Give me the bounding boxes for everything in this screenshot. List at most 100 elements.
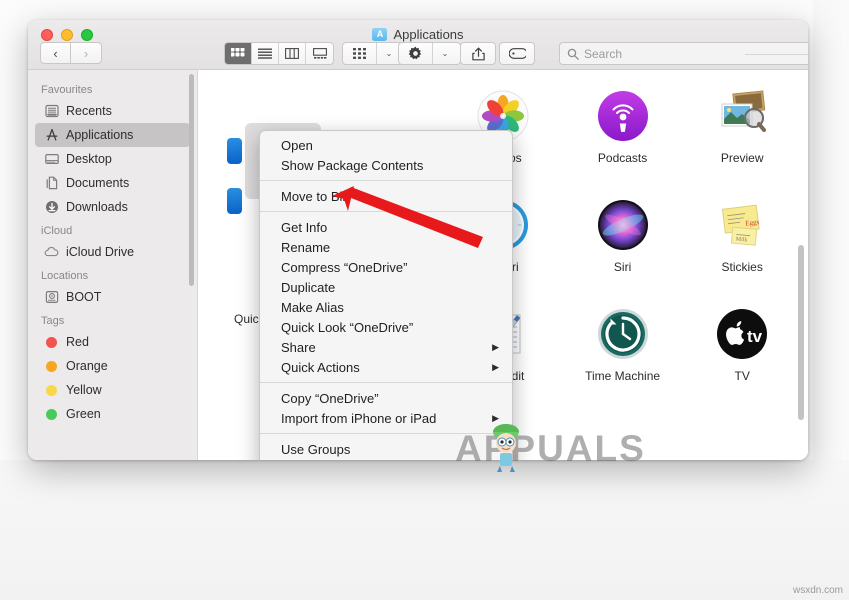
gallery-view-button[interactable] [306,43,333,64]
sidebar-item-label: iCloud Drive [66,245,135,259]
submenu-arrow-icon: ▶ [492,341,499,352]
app-label: Siri [613,260,632,274]
menu-item-label: Rename [281,239,331,255]
menu-item-quick-look[interactable]: Quick Look “OneDrive” [260,317,512,337]
sidebar-scrollbar[interactable] [189,74,194,286]
menu-item-label: Duplicate [281,279,336,295]
grid-item-stickies[interactable]: Eggs Milk Stickies [682,197,802,274]
action-button[interactable] [399,43,433,64]
desktop-icon [44,152,59,167]
icon-view-button[interactable] [225,43,252,64]
menu-item-label: Copy “OneDrive” [281,390,379,406]
sidebar-item-boot[interactable]: BOOT [35,285,190,309]
svg-text:tv: tv [747,327,763,346]
grid-item-siri[interactable]: Siri [563,197,683,274]
menu-item-quick-actions[interactable]: Quick Actions ▶ [260,357,512,377]
columns-icon [285,48,299,59]
list-view-button[interactable] [252,43,279,64]
sidebar-item-desktop[interactable]: Desktop [35,147,190,171]
app-label: Time Machine [585,369,661,383]
menu-item-copy[interactable]: Copy “OneDrive” [260,388,512,408]
group-by-group: ⌄ [342,42,405,65]
sidebar-item-tag-yellow[interactable]: Yellow [35,378,190,402]
gear-icon [408,46,422,60]
column-view-button[interactable] [279,43,306,64]
menu-item-share[interactable]: Share ▶ [260,337,512,357]
screenshot-root: A Applications ‹ › ⌄ ⌄ Search Favourites… [0,0,849,600]
forward-button[interactable]: › [71,42,102,64]
sidebar-item-label: Documents [66,176,130,190]
tag-dot-icon [44,335,59,350]
back-button[interactable]: ‹ [40,42,71,64]
group-by-button[interactable] [343,43,377,64]
menu-item-label: Import from iPhone or iPad [281,410,437,426]
share-group [460,42,496,65]
grid-item-time-machine[interactable]: Time Machine [563,306,683,383]
sidebar-item-tag-red[interactable]: Red [35,330,190,354]
stickies-icon: Eggs Milk [714,197,770,253]
sidebar-item-label: Desktop [66,152,112,166]
tag-dot-icon [44,359,59,374]
chevron-right-icon: › [83,45,89,61]
recents-icon [44,104,59,119]
finder-window: A Applications ‹ › ⌄ ⌄ Search Favourites… [28,20,808,460]
folder-icon: A [372,28,388,41]
menu-item-label: Open [281,137,313,153]
minimize-button[interactable] [61,29,73,41]
sidebar-item-label: Orange [66,359,108,373]
traffic-lights [41,29,93,41]
menu-item-make-alias[interactable]: Make Alias [260,297,512,317]
grid-item-preview[interactable]: Preview [682,88,802,165]
close-button[interactable] [41,29,53,41]
tv-icon: tv [714,306,770,362]
time-machine-icon [595,306,651,362]
sidebar-item-downloads[interactable]: Downloads [35,195,190,219]
menu-item-show-package-contents[interactable]: Show Package Contents [260,155,512,175]
sidebar-item-recents[interactable]: Recents [35,99,190,123]
app-label: Preview [720,151,764,165]
grid-item-tv[interactable]: tv TV [682,306,802,383]
chevron-down-icon: ⌄ [441,49,449,58]
search-field[interactable]: Search [559,42,808,65]
menu-item-use-groups[interactable]: Use Groups [260,439,512,459]
documents-icon [44,176,59,191]
menu-item-import-from-iphone[interactable]: Import from iPhone or iPad ▶ [260,408,512,428]
chevron-down-icon: ⌄ [385,49,393,58]
sidebar-item-applications[interactable]: Applications [35,123,190,147]
view-mode-group [224,42,334,65]
menu-separator [260,433,512,434]
sidebar-item-label: Red [66,335,89,349]
watermark-mascot-icon [493,424,519,472]
menu-item-label: Compress “OneDrive” [281,259,408,275]
sidebar-item-icloud-drive[interactable]: iCloud Drive [35,240,190,264]
search-placeholder: Search [584,46,623,61]
harddisk-icon [44,290,59,305]
content-scrollbar[interactable] [798,245,804,420]
downloads-icon [44,200,59,215]
sidebar-item-tag-green[interactable]: Green [35,402,190,426]
action-group: ⌄ [398,42,461,65]
grid-small-icon [353,48,366,59]
sidebar-item-label: Recents [66,104,112,118]
maximize-button[interactable] [81,29,93,41]
sidebar-item-documents[interactable]: Documents [35,171,190,195]
app-label: TV [734,369,750,383]
tag-dot-icon [44,383,59,398]
sidebar-section-header-locations: Locations [41,270,89,282]
menu-item-label: Quick Actions [281,359,360,375]
red-arrow-annotation [332,186,483,248]
tags-button[interactable] [500,43,534,64]
action-chevron[interactable]: ⌄ [433,43,460,64]
window-titlebar[interactable]: A Applications ‹ › ⌄ ⌄ Search [28,20,808,70]
selected-item-label: Quic [234,312,259,326]
menu-item-duplicate[interactable]: Duplicate [260,277,512,297]
sidebar-item-tag-orange[interactable]: Orange [35,354,190,378]
menu-item-compress[interactable]: Compress “OneDrive” [260,257,512,277]
grid-item-podcasts[interactable]: Podcasts [563,88,683,165]
share-button[interactable] [461,43,495,64]
menu-item-open[interactable]: Open [260,135,512,155]
svg-text:Milk: Milk [736,236,748,243]
menu-item-sort-by[interactable]: Sort By ▶ [260,459,512,460]
menu-item-label: Share [281,339,316,355]
menu-item-label: Show Package Contents [281,157,424,173]
